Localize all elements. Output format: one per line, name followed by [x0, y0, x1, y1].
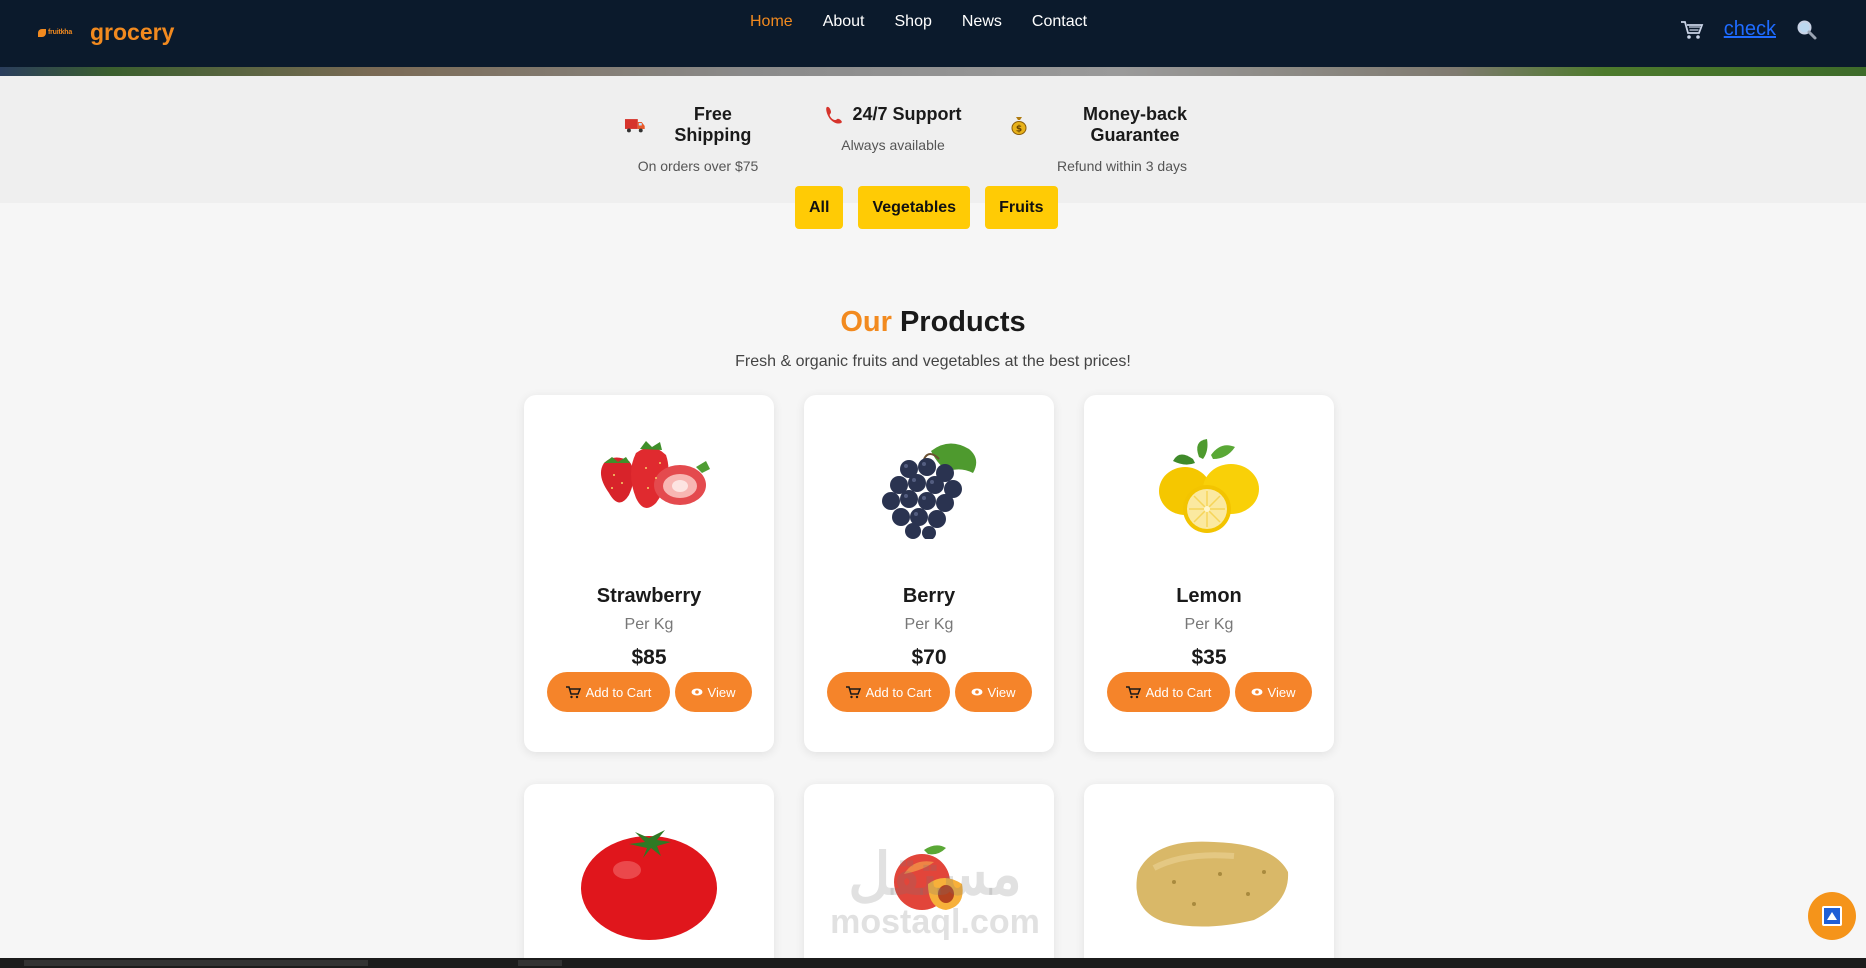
cart-icon: [1125, 686, 1141, 699]
product-image-potato: [1084, 832, 1334, 932]
view-button[interactable]: View: [954, 672, 1032, 712]
feature-title: 24/7 Support: [852, 104, 962, 124]
hero-image-edge: [0, 67, 1866, 76]
product-card: Berry Per Kg $70 Add to Cart View: [804, 395, 1054, 752]
leaf-icon: [38, 28, 46, 37]
feature-subtitle: Refund within 3 days: [1057, 158, 1187, 174]
eye-icon: [691, 688, 703, 696]
product-price: $85: [631, 646, 667, 669]
product-image-strawberry: [524, 433, 774, 523]
product-card: [524, 784, 774, 968]
product-unit: Per Kg: [1184, 616, 1234, 633]
filter-vegetables-button[interactable]: Vegetables: [858, 186, 971, 229]
product-card: [804, 784, 1054, 968]
cart-icon[interactable]: [1680, 19, 1704, 41]
product-image-lemon: [1084, 439, 1334, 539]
nav-actions: check: [1680, 18, 1818, 41]
feature-subtitle: Always available: [841, 137, 945, 153]
add-to-cart-button[interactable]: Add to Cart: [826, 672, 950, 712]
add-to-cart-label: Add to Cart: [865, 684, 932, 700]
filter-fruits-button[interactable]: Fruits: [985, 186, 1058, 229]
brand-logo-text: fruitkha: [48, 29, 73, 36]
filter-all-button[interactable]: All: [795, 186, 844, 229]
product-price: $35: [1191, 646, 1227, 669]
product-name: Berry: [902, 585, 956, 607]
feature-money-back: $ Money-back Guarantee Refund within 3 d…: [1010, 104, 1234, 174]
feature-support: 24/7 Support Always available: [823, 104, 963, 153]
view-label: View: [1267, 684, 1296, 700]
product-actions: Add to Cart View: [524, 672, 774, 712]
scroll-to-top-button[interactable]: [1808, 892, 1856, 940]
add-to-cart-label: Add to Cart: [1145, 684, 1212, 700]
svg-text:$: $: [1016, 125, 1022, 135]
product-price: $70: [911, 646, 947, 669]
product-name: Lemon: [1176, 585, 1242, 607]
nav-link-about[interactable]: About: [823, 13, 865, 31]
product-card: Lemon Per Kg $35 Add to Cart View: [1084, 395, 1334, 752]
money-bag-icon: $: [1011, 117, 1027, 135]
feature-title: Free Shipping: [674, 104, 752, 145]
add-to-cart-label: Add to Cart: [585, 684, 652, 700]
eye-icon: [1251, 688, 1263, 696]
nav-link-home[interactable]: Home: [750, 13, 793, 31]
product-actions: Add to Cart View: [804, 672, 1054, 712]
product-card: Strawberry Per Kg $85 Add to Cart View: [524, 395, 774, 752]
feature-free-shipping: Free Shipping On orders over $75: [624, 104, 772, 174]
nav-links: Home About Shop News Contact: [750, 13, 1087, 31]
section-subtitle: Fresh & organic fruits and vegetables at…: [735, 353, 1131, 370]
search-icon[interactable]: [1796, 19, 1818, 41]
view-button[interactable]: View: [1234, 672, 1312, 712]
nav-link-shop[interactable]: Shop: [895, 13, 932, 31]
truck-icon: [624, 119, 645, 133]
product-unit: Per Kg: [624, 616, 674, 633]
feature-title: Money-back Guarantee: [1082, 104, 1188, 145]
view-label: View: [707, 684, 736, 700]
brand-logo: fruitkha: [38, 26, 80, 40]
eye-icon: [971, 688, 983, 696]
product-card: [1084, 784, 1334, 968]
section-title-rest: Products: [899, 306, 1026, 338]
add-to-cart-button[interactable]: Add to Cart: [546, 672, 670, 712]
navbar: fruitkha grocery Home About Shop News Co…: [0, 0, 1866, 67]
product-unit: Per Kg: [904, 616, 954, 633]
phone-icon: [826, 106, 843, 124]
arrow-up-icon: [1822, 906, 1842, 926]
product-image-tomato: [524, 822, 774, 942]
taskbar: [0, 958, 1866, 968]
view-label: View: [987, 684, 1016, 700]
nav-link-contact[interactable]: Contact: [1032, 13, 1087, 31]
feature-subtitle: On orders over $75: [637, 158, 759, 174]
cart-icon: [565, 686, 581, 699]
view-button[interactable]: View: [674, 672, 752, 712]
product-name: Strawberry: [596, 585, 702, 607]
brand[interactable]: fruitkha grocery: [38, 19, 174, 46]
check-link[interactable]: check: [1724, 18, 1776, 41]
product-filters: All Vegetables Fruits: [795, 186, 1058, 229]
brand-name: grocery: [90, 19, 175, 45]
section-title: Our Products: [0, 306, 1866, 339]
section-title-accent: Our: [840, 306, 892, 338]
product-actions: Add to Cart View: [1084, 672, 1334, 712]
product-image-berry: [804, 439, 1054, 539]
add-to-cart-button[interactable]: Add to Cart: [1106, 672, 1230, 712]
nav-link-news[interactable]: News: [962, 13, 1002, 31]
product-image-peach: [804, 844, 1054, 914]
cart-icon: [845, 686, 861, 699]
